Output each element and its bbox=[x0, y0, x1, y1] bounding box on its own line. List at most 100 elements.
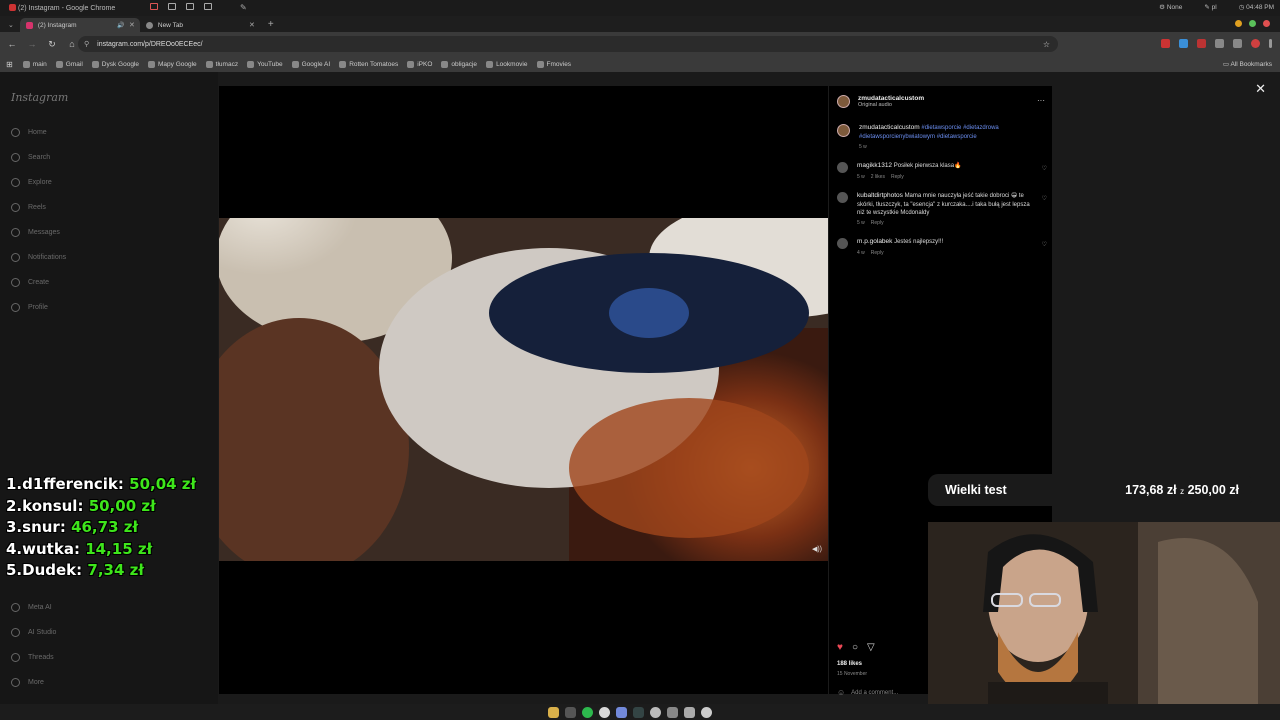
audio-label[interactable]: Original audio bbox=[858, 102, 924, 108]
bookmark-item[interactable]: YouTube bbox=[247, 60, 283, 68]
nav-item-explore[interactable]: Explore bbox=[11, 178, 52, 187]
window-switcher[interactable]: ✎ bbox=[150, 3, 247, 12]
nav-item-ai-studio[interactable]: AI Studio bbox=[11, 628, 56, 637]
nav-item-home[interactable]: Home bbox=[11, 128, 47, 137]
heart-icon[interactable]: ♡ bbox=[1042, 165, 1047, 172]
post-author[interactable]: zmudatacticalcustom bbox=[858, 95, 924, 102]
bookmark-item[interactable]: Gmail bbox=[55, 60, 83, 68]
bookmark-item[interactable]: main bbox=[22, 60, 47, 68]
video-frame[interactable]: ◀)) bbox=[219, 218, 828, 561]
reload-icon[interactable]: ↻ bbox=[44, 39, 60, 50]
tab-new-tab[interactable]: New Tab ✕ bbox=[140, 18, 260, 32]
apps-icon[interactable]: ⊞ bbox=[6, 60, 13, 69]
nav-item-profile[interactable]: Profile bbox=[11, 303, 48, 312]
new-tab-icon[interactable]: + bbox=[268, 19, 274, 30]
chrome-icon[interactable] bbox=[599, 707, 610, 718]
nav-item-messages[interactable]: Messages bbox=[11, 228, 60, 237]
puzzle-icon[interactable] bbox=[1215, 39, 1224, 48]
instagram-logo[interactable]: Instagram bbox=[11, 91, 68, 104]
files-icon[interactable] bbox=[548, 707, 559, 718]
caption-author[interactable]: zmudatacticalcustom bbox=[859, 124, 920, 131]
back-icon[interactable]: ← bbox=[4, 39, 20, 49]
emoji-icon[interactable]: ☺ bbox=[837, 688, 845, 697]
address-bar[interactable]: ⚲ instagram.com/p/DREOo0ECEec/ ☆ bbox=[78, 36, 1058, 52]
comment-author[interactable]: magikk1312 bbox=[857, 162, 892, 169]
avatar[interactable] bbox=[837, 124, 850, 137]
clock[interactable]: ◷ 04:48 PM bbox=[1239, 3, 1274, 11]
menu-icon[interactable] bbox=[1269, 39, 1272, 48]
close-tab-icon[interactable]: ✕ bbox=[129, 21, 135, 29]
add-comment[interactable]: ☺ Add a comment... bbox=[837, 688, 898, 697]
extension-icon[interactable] bbox=[1197, 39, 1206, 48]
speaker-icon[interactable]: 🔊 bbox=[117, 22, 124, 29]
sidepanel-icon[interactable] bbox=[1233, 39, 1242, 48]
shield-icon[interactable] bbox=[667, 707, 678, 718]
nav-item-meta-ai[interactable]: Meta AI bbox=[11, 603, 52, 612]
comment-likes[interactable]: 2 likes bbox=[871, 174, 885, 180]
profile-avatar[interactable] bbox=[1251, 39, 1260, 48]
nav-item-create[interactable]: Create bbox=[11, 278, 49, 287]
bookmark-item[interactable]: Fmovies bbox=[536, 60, 571, 68]
reply-button[interactable]: Reply bbox=[871, 220, 884, 226]
heart-icon[interactable]: ♡ bbox=[1042, 195, 1047, 202]
extension-icon[interactable] bbox=[1161, 39, 1170, 48]
extension-icon[interactable] bbox=[1179, 39, 1188, 48]
close-modal-icon[interactable]: ✕ bbox=[1255, 81, 1266, 97]
reply-button[interactable]: Reply bbox=[891, 174, 904, 180]
all-bookmarks[interactable]: ▭ All Bookmarks bbox=[1223, 60, 1272, 68]
comment-author[interactable]: kubaltdirtphotos bbox=[857, 192, 903, 199]
window-icon[interactable] bbox=[168, 3, 176, 10]
pen-icon[interactable]: ✎ bbox=[240, 3, 247, 12]
bookmark-item[interactable]: Dysk Google bbox=[91, 60, 139, 68]
add-comment-input[interactable]: Add a comment... bbox=[851, 690, 898, 696]
bookmark-item[interactable]: obligacje bbox=[441, 60, 477, 68]
site-info-icon[interactable]: ⚲ bbox=[84, 40, 89, 48]
bookmark-item[interactable]: Lookmovie bbox=[486, 60, 528, 68]
minimize-button[interactable] bbox=[1235, 20, 1242, 27]
leaderboard-rank: 5. bbox=[6, 561, 23, 579]
game-icon[interactable] bbox=[650, 707, 661, 718]
nav-item-search[interactable]: Search bbox=[11, 153, 50, 162]
discord-icon[interactable] bbox=[616, 707, 627, 718]
bookmark-item[interactable]: iPKO bbox=[407, 60, 432, 68]
bookmark-item[interactable]: Mapy Google bbox=[148, 60, 197, 68]
more-options-icon[interactable]: ··· bbox=[1037, 96, 1045, 105]
heart-icon[interactable]: ♡ bbox=[1042, 241, 1047, 248]
avatar[interactable] bbox=[837, 162, 848, 173]
maximize-button[interactable] bbox=[1249, 20, 1256, 27]
heart-icon[interactable]: ♥ bbox=[837, 642, 843, 653]
volume-icon[interactable]: ◀)) bbox=[812, 545, 822, 553]
reel-video-panel[interactable]: ◀)) bbox=[219, 86, 828, 694]
forward-icon[interactable]: → bbox=[24, 39, 40, 49]
bookmark-star-icon[interactable]: ☆ bbox=[1043, 40, 1050, 49]
bookmark-item[interactable]: tłumacz bbox=[205, 60, 238, 68]
avatar[interactable] bbox=[837, 192, 848, 203]
nav-item-threads[interactable]: Threads bbox=[11, 653, 54, 662]
nav-item-notifications[interactable]: Notifications bbox=[11, 253, 66, 262]
comment-author[interactable]: m.p.golabek bbox=[857, 238, 892, 245]
close-tab-icon[interactable]: ✕ bbox=[249, 21, 255, 29]
steam-icon[interactable] bbox=[633, 707, 644, 718]
window-icon[interactable] bbox=[204, 3, 212, 10]
apps-grid-icon[interactable] bbox=[701, 707, 712, 718]
avatar[interactable] bbox=[837, 94, 850, 108]
spotify-icon[interactable] bbox=[582, 707, 593, 718]
avatar[interactable] bbox=[837, 238, 848, 249]
close-window-button[interactable] bbox=[1263, 20, 1270, 27]
bookmark-item[interactable]: Rotten Tomatoes bbox=[339, 60, 398, 68]
nav-item-more[interactable]: More bbox=[11, 678, 44, 687]
nav-item-reels[interactable]: Reels bbox=[11, 203, 46, 212]
terminal-icon[interactable] bbox=[565, 707, 576, 718]
language-indicator[interactable]: ✎ pl bbox=[1204, 3, 1216, 11]
share-icon[interactable]: ▽ bbox=[867, 642, 875, 653]
document-icon[interactable] bbox=[684, 707, 695, 718]
tab-search-icon[interactable]: ⌄ bbox=[8, 21, 14, 29]
status-item[interactable]: ⚙ None bbox=[1159, 3, 1182, 11]
like-count[interactable]: 188 likes bbox=[837, 661, 862, 667]
tab-instagram[interactable]: (2) Instagram 🔊 ✕ bbox=[19, 18, 140, 32]
bookmark-item[interactable]: Google AI bbox=[291, 60, 330, 68]
window-icon[interactable] bbox=[186, 3, 194, 10]
comment-icon[interactable]: ○ bbox=[852, 642, 858, 653]
reply-button[interactable]: Reply bbox=[871, 250, 884, 256]
window-icon[interactable] bbox=[150, 3, 158, 10]
